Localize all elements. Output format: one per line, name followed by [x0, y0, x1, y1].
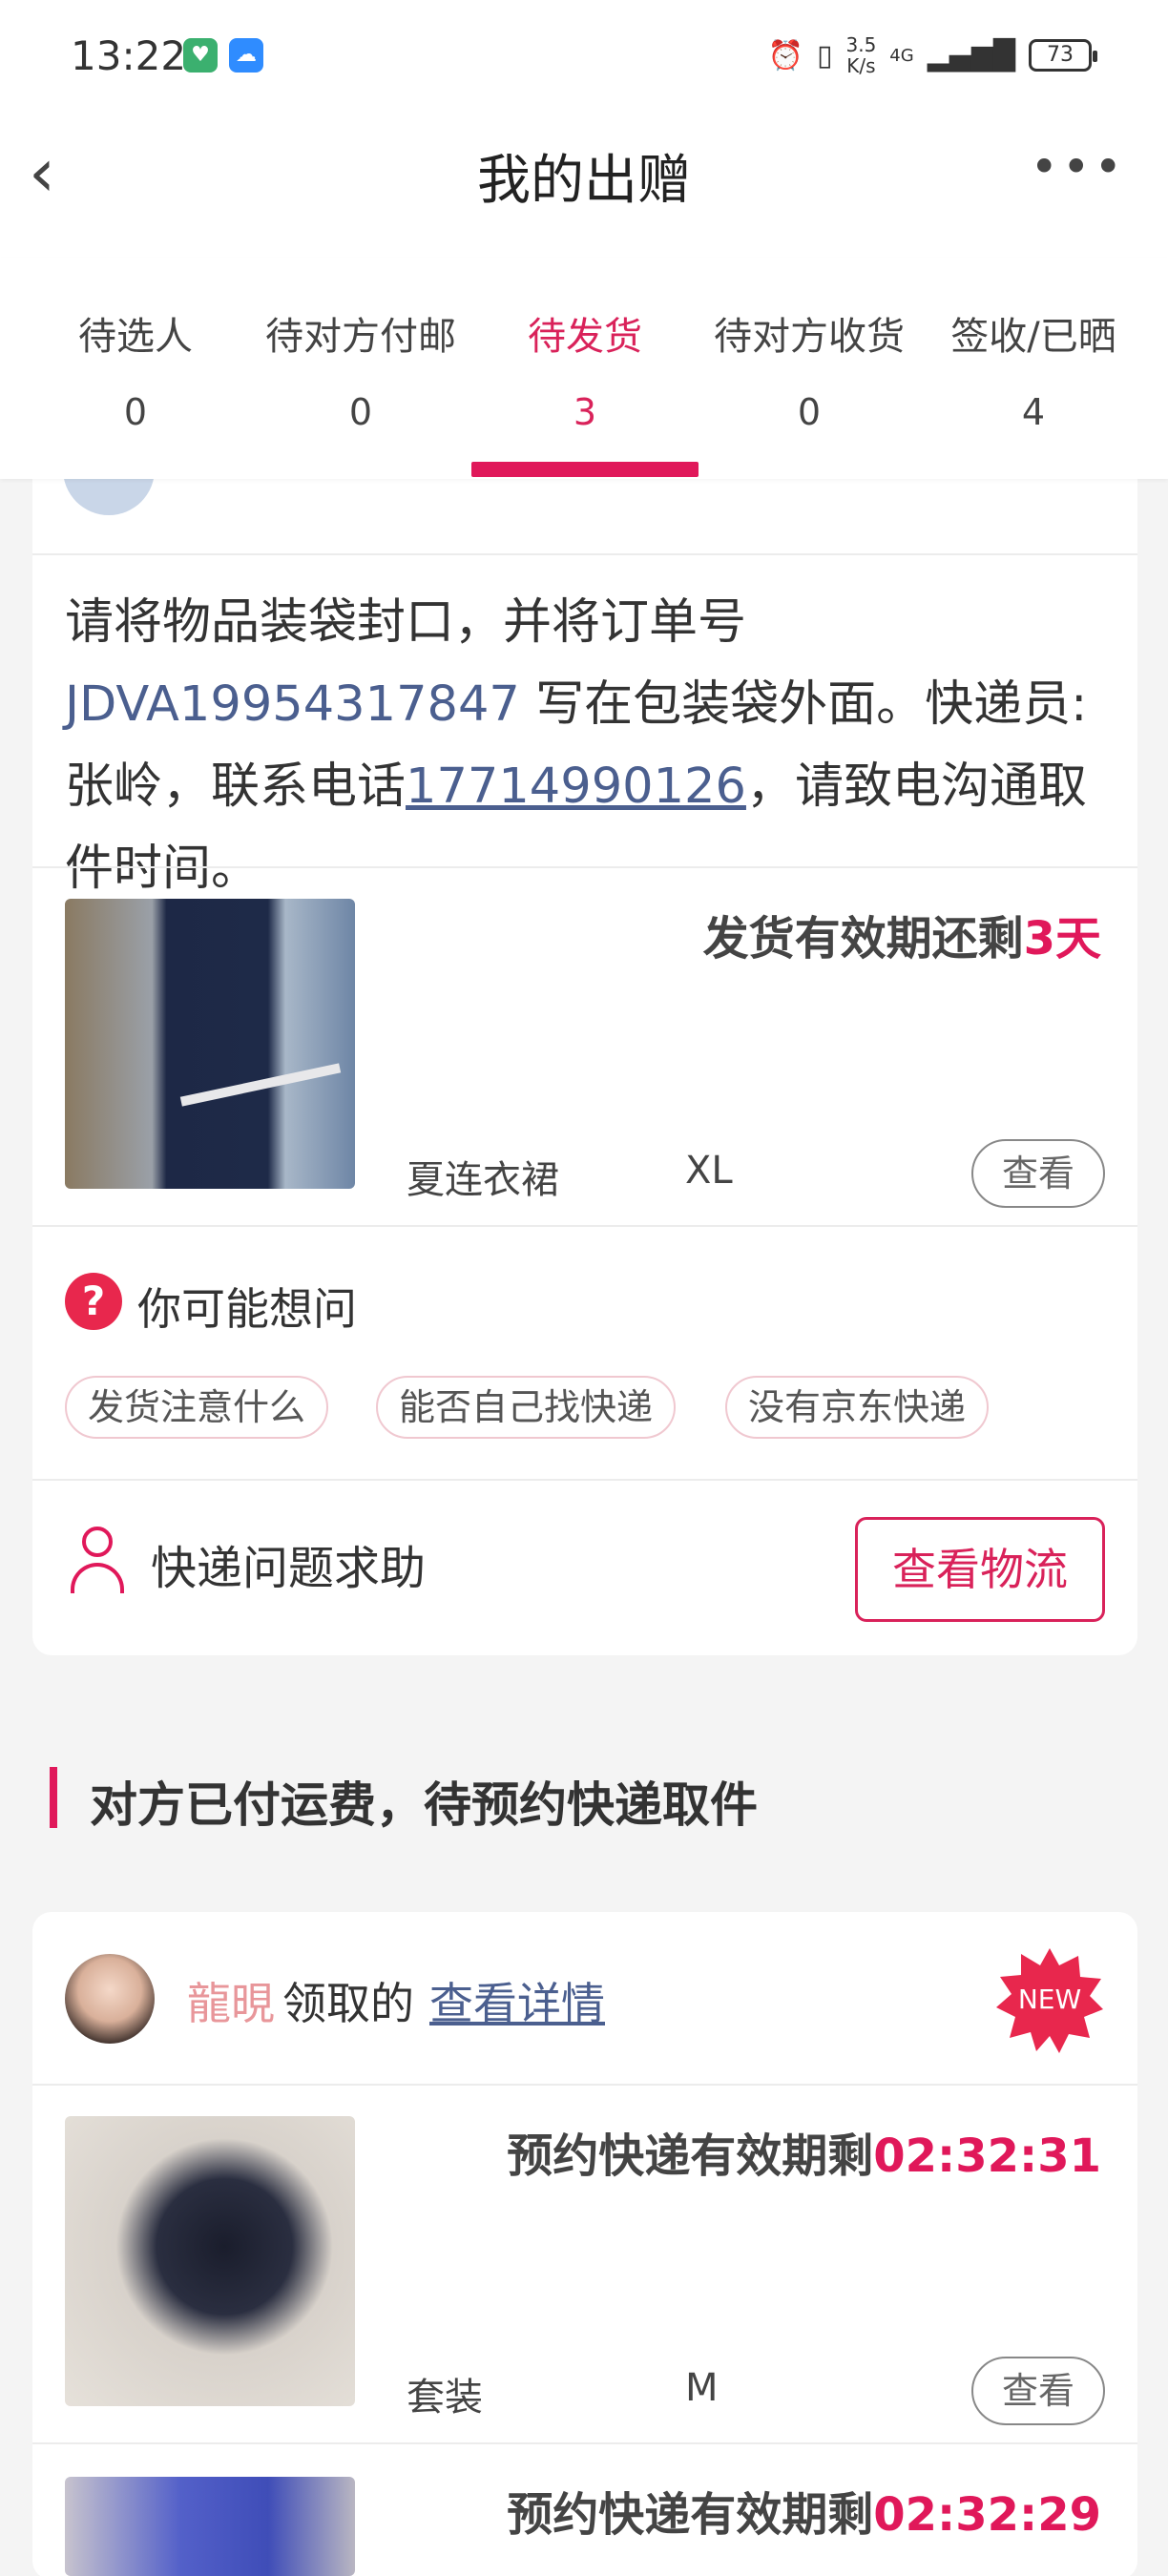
status-tabs: 待选人 0 待对方付邮 0 待发货 3 待对方收货 0 签收/已晒 4	[0, 258, 1168, 479]
section-marker	[50, 1767, 57, 1828]
tab-label: 待选人	[78, 315, 193, 359]
tab-count: 3	[573, 391, 597, 433]
tab-label: 待发货	[528, 315, 642, 359]
shipping-notice: 请将物品装袋封口，并将订单号 JDVA19954317847 写在包装袋外面。快…	[65, 582, 1115, 910]
tab-signed[interactable]: 签收/已晒 4	[919, 305, 1148, 433]
courier-phone-link[interactable]: 17714990126	[406, 758, 746, 815]
divider	[32, 2442, 1137, 2444]
person-icon	[67, 1527, 128, 1595]
product-name: 夏连衣裙	[407, 1158, 559, 1202]
avatar[interactable]	[65, 1954, 155, 2044]
claimer-name[interactable]: 龍晛	[187, 1969, 275, 2032]
tab-pending-receive[interactable]: 待对方收货 0	[695, 305, 924, 433]
product-image-suit[interactable]	[65, 2116, 355, 2406]
battery-icon: 73	[1029, 39, 1097, 72]
view-logistics-button[interactable]: 查看物流	[855, 1517, 1105, 1622]
shield-app-icon: ♥	[183, 38, 218, 73]
tab-count: 0	[123, 391, 148, 433]
view-details-link[interactable]: 查看详情	[429, 1969, 605, 2032]
status-bar: 13:22 ♥ ☁ ⏰ ▯ 3.5 K/s 4G ▂▄▆█ 73	[0, 0, 1168, 114]
divider	[32, 553, 1137, 555]
deadline-value: 3天	[1023, 912, 1101, 966]
vibrate-icon: ▯	[816, 38, 833, 73]
tab-pending-ship[interactable]: 待发货 3	[470, 305, 699, 433]
view-button[interactable]: 查看	[971, 2357, 1105, 2425]
divider	[32, 1479, 1137, 1481]
pickup-deadline: 预约快递有效期剩02:32:31	[507, 2118, 1101, 2185]
faq-title: 你可能想问	[137, 1283, 357, 1335]
view-button[interactable]: 查看	[971, 1139, 1105, 1208]
product-image-blue[interactable]	[65, 2477, 355, 2576]
new-badge-label: NEW	[1017, 1984, 1082, 2015]
faq-chip[interactable]: 能否自己找快递	[376, 1376, 677, 1439]
status-time: 13:22	[71, 32, 187, 79]
product-name: 套装	[407, 2376, 483, 2420]
weather-app-icon: ☁	[229, 38, 263, 73]
deadline-countdown: 02:32:31	[873, 2129, 1101, 2183]
page-title: 我的出赠	[477, 150, 691, 212]
signal-icon: ▂▄▆█	[927, 38, 1015, 73]
tab-pending-postage[interactable]: 待对方付邮 0	[246, 305, 475, 433]
faq-chip[interactable]: 发货注意什么	[65, 1376, 329, 1439]
nav-bar: ‹ 我的出赠 •••	[0, 114, 1168, 258]
alarm-icon: ⏰	[767, 38, 803, 73]
more-options-icon[interactable]: •••	[1031, 139, 1126, 195]
tab-label: 签收/已晒	[950, 315, 1116, 359]
new-badge: NEW	[996, 1946, 1103, 2053]
network-speed: 3.5 K/s	[845, 33, 877, 77]
network-type: 4G	[889, 45, 914, 66]
courier-help-link[interactable]: 快递问题求助	[151, 1530, 426, 1597]
deadline-label: 预约快递有效期剩	[507, 2129, 874, 2183]
status-indicators: ⏰ ▯ 3.5 K/s 4G ▂▄▆█ 73	[767, 33, 1097, 77]
product-size: M	[685, 2366, 719, 2410]
question-icon: ?	[65, 1273, 122, 1330]
order-number[interactable]: JDVA19954317847	[65, 676, 520, 733]
deadline-label: 预约快递有效期剩	[507, 2488, 874, 2542]
ship-deadline: 发货有效期还剩3天	[703, 901, 1101, 967]
tab-count: 0	[797, 391, 822, 433]
divider	[32, 866, 1137, 868]
claimed-label: 领取的	[282, 1978, 414, 2029]
tab-label: 待对方付邮	[265, 315, 456, 359]
tab-count: 0	[348, 391, 373, 433]
divider	[32, 2084, 1137, 2086]
section-title: 对方已付运费，待预约快递取件	[90, 1777, 758, 1833]
faq-chip[interactable]: 没有京东快递	[725, 1376, 990, 1439]
product-image-dress[interactable]	[65, 899, 355, 1189]
pickup-deadline: 预约快递有效期剩02:32:29	[507, 2477, 1101, 2544]
deadline-label: 发货有效期还剩	[702, 912, 1024, 966]
divider	[32, 1225, 1137, 1227]
tab-label: 待对方收货	[714, 315, 905, 359]
deadline-countdown: 02:32:29	[873, 2488, 1101, 2542]
product-size: XL	[685, 1149, 733, 1193]
active-tab-indicator	[471, 462, 699, 477]
notice-text: 请将物品装袋封口，并将订单号	[65, 594, 747, 651]
tab-pending-select[interactable]: 待选人 0	[21, 305, 250, 433]
tab-count: 4	[1021, 391, 1046, 433]
